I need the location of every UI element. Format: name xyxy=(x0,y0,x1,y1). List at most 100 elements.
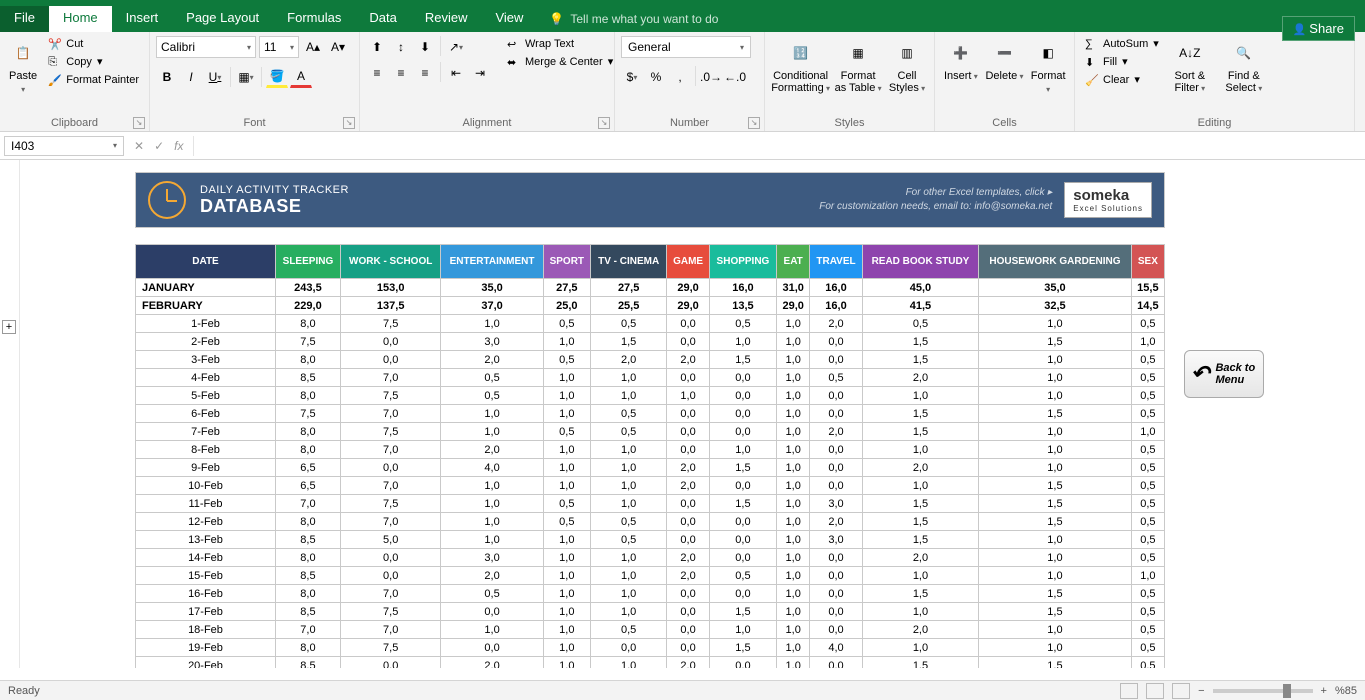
value-cell[interactable]: 29,0 xyxy=(667,279,709,297)
table-row[interactable]: 12-Feb8,07,01,00,50,50,00,01,02,01,51,50… xyxy=(136,513,1165,531)
value-cell[interactable]: 1,5 xyxy=(590,333,666,351)
value-cell[interactable]: 41,5 xyxy=(862,297,978,315)
value-cell[interactable]: 0,5 xyxy=(1131,459,1164,477)
value-cell[interactable]: 1,0 xyxy=(777,549,810,567)
col-header[interactable]: GAME xyxy=(667,245,709,279)
date-cell[interactable]: 11-Feb xyxy=(136,495,276,513)
decrease-decimal-icon[interactable]: ←.0 xyxy=(724,66,746,88)
col-header[interactable]: SPORT xyxy=(543,245,590,279)
value-cell[interactable]: 1,5 xyxy=(979,603,1132,621)
value-cell[interactable]: 1,5 xyxy=(709,603,776,621)
value-cell[interactable]: 1,5 xyxy=(862,495,978,513)
italic-button[interactable]: I xyxy=(180,66,202,88)
value-cell[interactable]: 31,0 xyxy=(777,279,810,297)
insert-function-icon[interactable]: fx xyxy=(174,139,183,153)
value-cell[interactable]: 0,5 xyxy=(862,315,978,333)
value-cell[interactable]: 25,5 xyxy=(590,297,666,315)
col-header[interactable]: READ BOOK STUDY xyxy=(862,245,978,279)
value-cell[interactable]: 0,0 xyxy=(709,405,776,423)
value-cell[interactable]: 1,0 xyxy=(777,423,810,441)
decrease-font-icon[interactable]: A▾ xyxy=(327,36,349,58)
value-cell[interactable]: 1,0 xyxy=(590,477,666,495)
value-cell[interactable]: 1,0 xyxy=(590,567,666,585)
value-cell[interactable]: 1,0 xyxy=(441,423,543,441)
table-row[interactable]: 6-Feb7,57,01,01,00,50,00,01,00,01,51,50,… xyxy=(136,405,1165,423)
col-header[interactable]: DATE xyxy=(136,245,276,279)
paste-button[interactable]: 📋 Paste xyxy=(6,36,40,98)
value-cell[interactable]: 8,0 xyxy=(276,513,341,531)
normal-view-icon[interactable] xyxy=(1120,683,1138,699)
value-cell[interactable]: 8,0 xyxy=(276,423,341,441)
value-cell[interactable]: 3,0 xyxy=(810,495,863,513)
value-cell[interactable]: 1,0 xyxy=(1131,333,1164,351)
table-row[interactable]: 15-Feb8,50,02,01,01,02,00,51,00,01,01,01… xyxy=(136,567,1165,585)
value-cell[interactable]: 0,0 xyxy=(441,639,543,657)
cell-styles-button[interactable]: ▥Cell Styles xyxy=(886,36,928,97)
date-cell[interactable]: 17-Feb xyxy=(136,603,276,621)
table-row[interactable]: 14-Feb8,00,03,01,01,02,00,01,00,02,01,00… xyxy=(136,549,1165,567)
value-cell[interactable]: 0,5 xyxy=(441,369,543,387)
value-cell[interactable]: 1,0 xyxy=(862,639,978,657)
value-cell[interactable]: 7,0 xyxy=(340,585,441,603)
value-cell[interactable]: 37,0 xyxy=(441,297,543,315)
value-cell[interactable]: 1,0 xyxy=(709,333,776,351)
value-cell[interactable]: 0,5 xyxy=(1131,549,1164,567)
value-cell[interactable]: 7,0 xyxy=(276,495,341,513)
value-cell[interactable]: 0,0 xyxy=(667,405,709,423)
merge-center-button[interactable]: ⬌Merge & Center ▾ xyxy=(503,54,615,70)
date-cell[interactable]: 13-Feb xyxy=(136,531,276,549)
value-cell[interactable]: 2,0 xyxy=(441,657,543,669)
value-cell[interactable]: 1,0 xyxy=(441,513,543,531)
align-left-icon[interactable]: ≡ xyxy=(366,62,388,84)
value-cell[interactable]: 7,5 xyxy=(340,387,441,405)
table-row[interactable]: 8-Feb8,07,02,01,01,00,01,01,00,01,01,00,… xyxy=(136,441,1165,459)
value-cell[interactable]: 1,0 xyxy=(862,567,978,585)
col-header[interactable]: TV - CINEMA xyxy=(590,245,666,279)
value-cell[interactable]: 7,5 xyxy=(276,333,341,351)
value-cell[interactable]: 0,5 xyxy=(810,369,863,387)
value-cell[interactable]: 6,5 xyxy=(276,459,341,477)
value-cell[interactable]: 1,0 xyxy=(543,441,590,459)
value-cell[interactable]: 25,0 xyxy=(543,297,590,315)
align-center-icon[interactable]: ≡ xyxy=(390,62,412,84)
date-cell[interactable]: 18-Feb xyxy=(136,621,276,639)
table-row[interactable]: 20-Feb8,50,02,01,01,02,00,01,00,01,51,50… xyxy=(136,657,1165,669)
value-cell[interactable]: 1,0 xyxy=(777,567,810,585)
value-cell[interactable]: 8,0 xyxy=(276,387,341,405)
percent-format-icon[interactable]: % xyxy=(645,66,667,88)
value-cell[interactable]: 0,0 xyxy=(810,621,863,639)
number-format-select[interactable]: General▾ xyxy=(621,36,751,58)
value-cell[interactable]: 1,0 xyxy=(777,369,810,387)
value-cell[interactable]: 0,5 xyxy=(590,315,666,333)
worksheet-area[interactable]: + ↶ Back to Menu DAILY ACTIVITY TRACKER … xyxy=(0,160,1365,668)
value-cell[interactable]: 1,5 xyxy=(979,585,1132,603)
value-cell[interactable]: 0,5 xyxy=(1131,603,1164,621)
value-cell[interactable]: 1,0 xyxy=(862,387,978,405)
value-cell[interactable]: 1,5 xyxy=(709,351,776,369)
value-cell[interactable]: 5,0 xyxy=(340,531,441,549)
value-cell[interactable]: 7,0 xyxy=(340,621,441,639)
value-cell[interactable]: 7,0 xyxy=(340,513,441,531)
value-cell[interactable]: 32,5 xyxy=(979,297,1132,315)
value-cell[interactable]: 1,0 xyxy=(667,387,709,405)
align-middle-icon[interactable]: ↕ xyxy=(390,36,412,58)
value-cell[interactable]: 0,0 xyxy=(667,585,709,603)
table-row[interactable]: 17-Feb8,57,50,01,01,00,01,51,00,01,01,50… xyxy=(136,603,1165,621)
value-cell[interactable]: 2,0 xyxy=(667,549,709,567)
sort-filter-button[interactable]: A↓ZSort & Filter xyxy=(1165,36,1215,97)
value-cell[interactable]: 0,0 xyxy=(810,585,863,603)
value-cell[interactable]: 1,0 xyxy=(777,315,810,333)
number-dialog-launcher[interactable]: ↘ xyxy=(748,117,760,129)
value-cell[interactable]: 1,0 xyxy=(777,657,810,669)
zoom-slider[interactable] xyxy=(1213,689,1313,693)
tab-formulas[interactable]: Formulas xyxy=(273,6,355,32)
table-row[interactable]: 11-Feb7,07,51,00,51,00,01,51,03,01,51,50… xyxy=(136,495,1165,513)
table-row[interactable]: 7-Feb8,07,51,00,50,50,00,01,02,01,51,01,… xyxy=(136,423,1165,441)
value-cell[interactable]: 1,5 xyxy=(862,657,978,669)
value-cell[interactable]: 7,5 xyxy=(340,423,441,441)
value-cell[interactable]: 1,0 xyxy=(777,603,810,621)
value-cell[interactable]: 1,5 xyxy=(979,657,1132,669)
value-cell[interactable]: 35,0 xyxy=(979,279,1132,297)
value-cell[interactable]: 1,0 xyxy=(543,459,590,477)
value-cell[interactable]: 0,5 xyxy=(441,387,543,405)
